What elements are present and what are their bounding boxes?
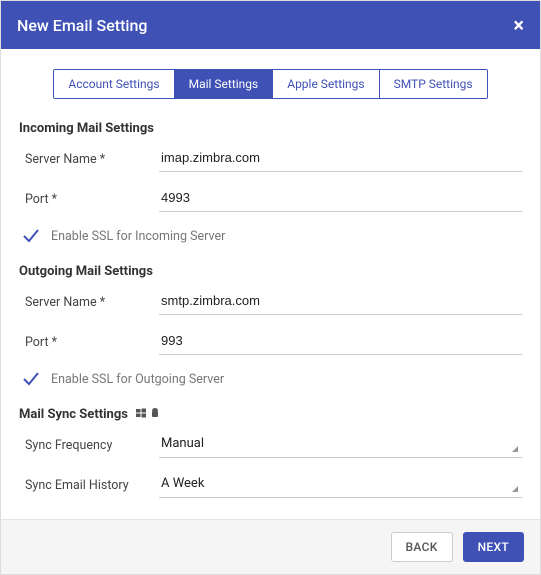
close-icon[interactable]: × (513, 15, 524, 35)
incoming-server-label: Server Name * (19, 152, 159, 167)
tab-mail-settings[interactable]: Mail Settings (175, 70, 274, 98)
dialog-footer: BACK NEXT (1, 519, 540, 574)
incoming-port-row: Port * (19, 186, 522, 212)
outgoing-server-label: Server Name * (19, 295, 159, 310)
outgoing-port-row: Port * (19, 329, 522, 355)
tab-account-settings[interactable]: Account Settings (54, 70, 174, 98)
tabs: Account Settings Mail Settings Apple Set… (53, 69, 487, 99)
incoming-port-label: Port * (19, 192, 159, 207)
chevron-down-icon (512, 446, 518, 452)
incoming-ssl-toggle[interactable]: Enable SSL for Incoming Server (19, 226, 522, 246)
checkmark-icon (21, 369, 41, 389)
sync-frequency-label: Sync Frequency (19, 438, 159, 453)
outgoing-section-title: Outgoing Mail Settings (19, 264, 522, 279)
outgoing-ssl-toggle[interactable]: Enable SSL for Outgoing Server (19, 369, 522, 389)
sync-history-row: Sync Email History A Week (19, 472, 522, 498)
sync-frequency-select[interactable]: Manual (159, 432, 522, 458)
incoming-server-input[interactable] (159, 146, 522, 172)
dialog-title: New Email Setting (17, 16, 147, 35)
mailsync-section-title: Mail Sync Settings (19, 407, 522, 422)
outgoing-server-field-wrap (159, 289, 522, 315)
outgoing-port-input[interactable] (159, 329, 522, 355)
tab-apple-settings[interactable]: Apple Settings (273, 70, 379, 98)
sync-history-value: A Week (159, 472, 522, 498)
tab-smtp-settings[interactable]: SMTP Settings (380, 70, 487, 98)
tabs-container: Account Settings Mail Settings Apple Set… (1, 49, 540, 109)
sync-history-label: Sync Email History (19, 478, 159, 493)
sync-frequency-row: Sync Frequency Manual (19, 432, 522, 458)
sync-frequency-value: Manual (159, 432, 522, 458)
checkmark-icon (21, 226, 41, 246)
dialog-header: New Email Setting × (1, 1, 540, 49)
outgoing-ssl-label: Enable SSL for Outgoing Server (51, 372, 224, 387)
chevron-down-icon (512, 486, 518, 492)
incoming-server-row: Server Name * (19, 146, 522, 172)
next-button[interactable]: NEXT (463, 532, 524, 562)
outgoing-server-row: Server Name * (19, 289, 522, 315)
incoming-ssl-label: Enable SSL for Incoming Server (51, 229, 225, 244)
windows-icon (136, 408, 146, 421)
incoming-port-field-wrap (159, 186, 522, 212)
android-icon (150, 408, 160, 421)
incoming-section-title: Incoming Mail Settings (19, 121, 522, 136)
incoming-port-input[interactable] (159, 186, 522, 212)
mailsync-title-text: Mail Sync Settings (19, 407, 128, 422)
outgoing-port-label: Port * (19, 335, 159, 350)
outgoing-port-field-wrap (159, 329, 522, 355)
back-button[interactable]: BACK (391, 532, 453, 562)
outgoing-server-input[interactable] (159, 289, 522, 315)
dialog-content: Incoming Mail Settings Server Name * Por… (1, 109, 540, 519)
sync-history-select[interactable]: A Week (159, 472, 522, 498)
os-icons (136, 408, 160, 421)
incoming-server-field-wrap (159, 146, 522, 172)
